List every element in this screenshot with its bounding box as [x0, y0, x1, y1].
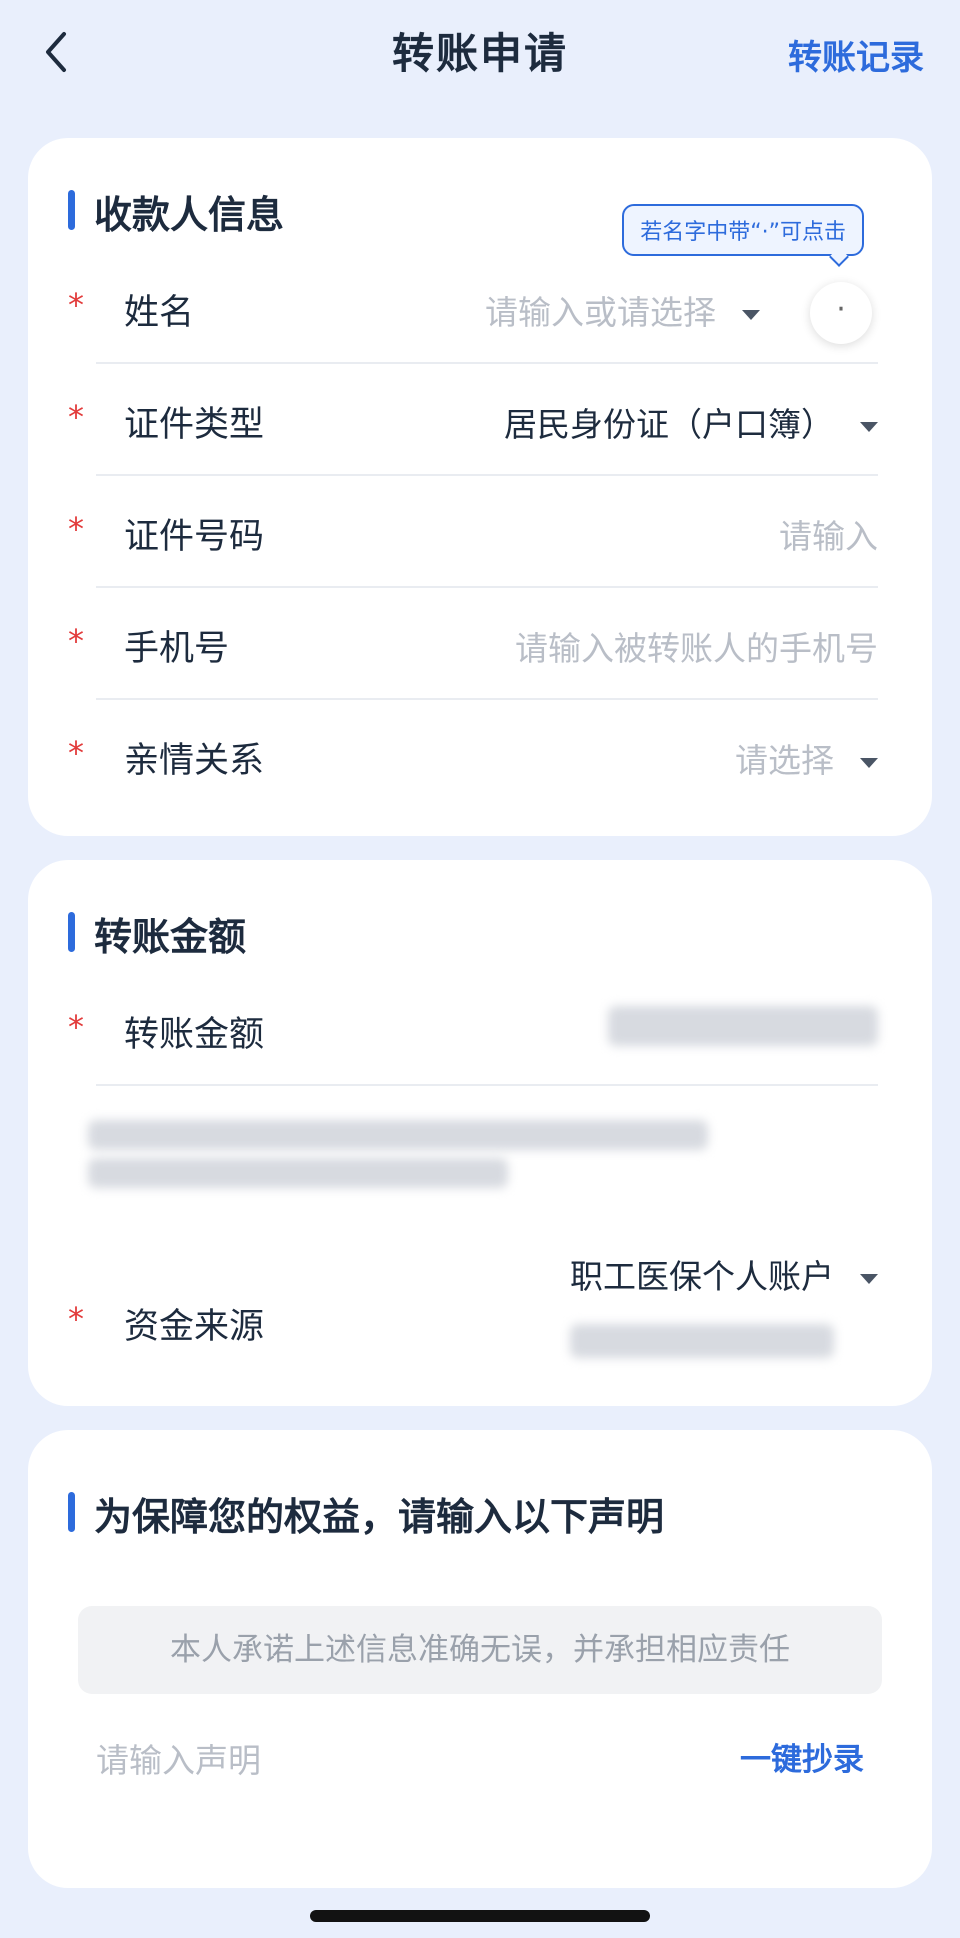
divider — [96, 1084, 878, 1086]
caret-down-icon[interactable] — [860, 421, 878, 432]
required-mark: * — [68, 398, 84, 436]
name-input[interactable]: 请输入或请选择 — [485, 286, 760, 334]
amount-input[interactable] — [608, 1006, 878, 1046]
id-type-select[interactable]: 居民身份证（户口簿） — [504, 398, 878, 446]
id-number-input[interactable]: 请输入 — [779, 510, 878, 558]
section-accent-bar — [68, 190, 75, 230]
transfer-amount-card: 转账金额 * 转账金额 * 资金来源 职工医保个人账户 — [28, 860, 932, 1406]
section-accent-bar — [68, 1492, 75, 1532]
caret-down-icon[interactable] — [860, 757, 878, 768]
fund-balance-redacted — [570, 1324, 834, 1358]
declaration-card: 为保障您的权益，请输入以下声明 本人承诺上述信息准确无误，并承担相应责任 请输入… — [28, 1430, 932, 1888]
phone-field[interactable]: * 手机号 请输入被转账人的手机号 — [68, 588, 878, 700]
required-mark: * — [68, 622, 84, 660]
amount-field[interactable]: * 转账金额 — [68, 974, 878, 1086]
caret-down-icon[interactable] — [742, 309, 760, 320]
required-mark: * — [68, 510, 84, 548]
required-mark: * — [68, 1300, 84, 1338]
dot-hint-tooltip: 若名字中带“·”可点击 — [622, 204, 864, 256]
required-mark: * — [68, 734, 84, 772]
middle-dot-button[interactable]: · — [810, 282, 872, 344]
relationship-label: 亲情关系 — [124, 741, 265, 781]
payee-info-card: 收款人信息 若名字中带“·”可点击 * 姓名 请输入或请选择 · * 证件类型 … — [28, 138, 932, 836]
id-type-field[interactable]: * 证件类型 居民身份证（户口簿） — [68, 364, 878, 476]
home-indicator — [310, 1910, 650, 1922]
copy-declaration-button[interactable]: 一键抄录 — [740, 1734, 864, 1779]
id-type-label: 证件类型 — [124, 405, 265, 445]
payee-section-title: 收款人信息 — [94, 193, 285, 237]
required-mark: * — [68, 1008, 84, 1046]
header: 转账申请 转账记录 — [0, 0, 960, 110]
relationship-select[interactable]: 请选择 — [735, 734, 878, 782]
caret-down-icon[interactable] — [860, 1273, 878, 1284]
name-field[interactable]: * 姓名 请输入或请选择 — [68, 252, 878, 364]
amount-note-redacted — [88, 1120, 708, 1150]
required-mark: * — [68, 286, 84, 324]
transfer-history-link[interactable]: 转账记录 — [788, 30, 924, 79]
id-number-field[interactable]: * 证件号码 请输入 — [68, 476, 878, 588]
phone-input[interactable]: 请输入被转账人的手机号 — [515, 622, 878, 670]
phone-label: 手机号 — [124, 629, 230, 669]
fund-source-field[interactable]: * 资金来源 职工医保个人账户 — [68, 1240, 878, 1400]
id-number-label: 证件号码 — [124, 517, 265, 557]
declaration-template: 本人承诺上述信息准确无误，并承担相应责任 — [78, 1606, 882, 1694]
amount-note-redacted — [88, 1158, 508, 1188]
name-label: 姓名 — [124, 293, 195, 333]
declaration-section-title: 为保障您的权益，请输入以下声明 — [94, 1495, 665, 1539]
amount-label: 转账金额 — [124, 1015, 265, 1055]
relationship-field[interactable]: * 亲情关系 请选择 — [68, 700, 878, 812]
section-accent-bar — [68, 912, 75, 952]
amount-section-title: 转账金额 — [94, 915, 247, 959]
declaration-input[interactable]: 请输入声明 — [96, 1734, 261, 1782]
fund-source-label: 资金来源 — [124, 1307, 265, 1347]
fund-source-select[interactable]: 职工医保个人账户 — [570, 1250, 878, 1298]
